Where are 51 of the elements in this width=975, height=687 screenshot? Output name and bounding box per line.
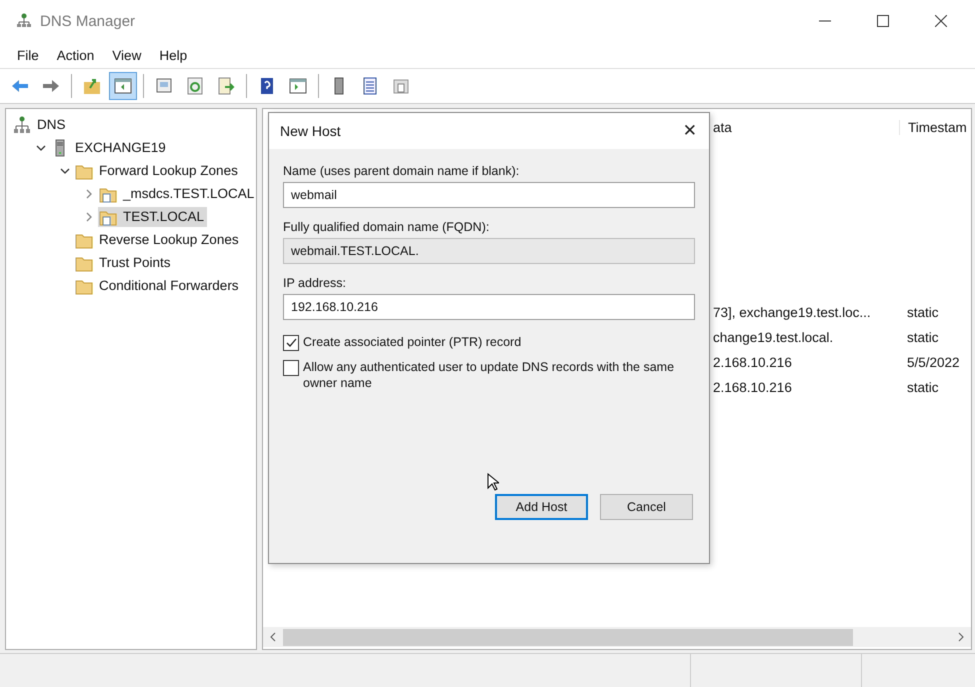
table-cell: 73], exchange19.test.loc...: [713, 305, 871, 320]
menu-item[interactable]: Action: [48, 46, 104, 64]
chevron-right-icon[interactable]: [84, 188, 94, 198]
table-cell-text: static: [906, 330, 939, 345]
network-icon: [16, 13, 32, 29]
network-icon: [13, 116, 31, 134]
cursor-icon: [487, 473, 499, 491]
tree-item[interactable]: EXCHANGE19: [50, 138, 169, 158]
checkbox[interactable]: [283, 335, 299, 351]
dialog-button[interactable]: Cancel: [600, 494, 693, 520]
table-cell-text: 5/5/2022: [906, 355, 960, 370]
chevron-down-icon[interactable]: [60, 166, 70, 176]
tree-item[interactable]: _msdcs.TEST.LOCAL: [98, 184, 258, 204]
field-label: IP address:: [283, 276, 348, 290]
input-field[interactable]: webmail: [283, 182, 695, 208]
input-field[interactable]: webmail.TEST.LOCAL.: [283, 238, 695, 264]
tree-item[interactable]: Forward Lookup Zones: [74, 160, 241, 180]
table-cell-text: static: [906, 380, 939, 395]
column-header[interactable]: Timestam: [899, 120, 967, 135]
field-label: Fully qualified domain name (FQDN):: [283, 220, 490, 234]
column-header[interactable]: ata: [713, 120, 732, 135]
menu-item[interactable]: View: [103, 46, 150, 64]
dialog-button[interactable]: Add Host: [495, 494, 588, 520]
chevron-right-icon[interactable]: [84, 212, 94, 222]
tree-item[interactable]: Conditional Forwarders: [74, 276, 242, 296]
checkbox-label: Create associated pointer (PTR) record: [303, 334, 522, 350]
checkbox-label: Allow any authenticated user to update DNS records with the same owner name: [303, 359, 676, 391]
panel-icon[interactable]: [109, 72, 137, 100]
close-button[interactable]: ✕: [680, 121, 699, 141]
field-label: Name (uses parent domain name if blank):: [283, 164, 520, 178]
menu-item[interactable]: Help: [150, 46, 196, 64]
input-field[interactable]: 192.168.10.216: [283, 294, 695, 320]
tree-item[interactable]: TEST.LOCAL: [98, 206, 208, 226]
checkbox[interactable]: [283, 360, 299, 376]
close-icon[interactable]: [935, 15, 947, 27]
table-cell: 2.168.10.216: [713, 355, 792, 370]
scroll-right-icon[interactable]: [957, 632, 965, 642]
table-cell: change19.test.local.: [713, 330, 834, 345]
scroll-left-icon[interactable]: [269, 632, 277, 642]
maximize-icon[interactable]: [877, 15, 889, 27]
tree-item[interactable]: Reverse Lookup Zones: [74, 230, 242, 250]
table-cell: 2.168.10.216: [713, 380, 792, 395]
checkmark-icon: [285, 337, 297, 349]
chevron-down-icon[interactable]: [36, 142, 46, 152]
tree-item[interactable]: Trust Points: [74, 252, 174, 272]
menu-item[interactable]: File: [8, 46, 48, 64]
horizontal-scrollbar[interactable]: [263, 627, 971, 647]
tree-item[interactable]: DNS: [12, 114, 69, 134]
dialog-title: New Host: [280, 123, 341, 139]
table-cell-text: static: [906, 305, 939, 320]
window-title: DNS Manager: [40, 12, 136, 30]
